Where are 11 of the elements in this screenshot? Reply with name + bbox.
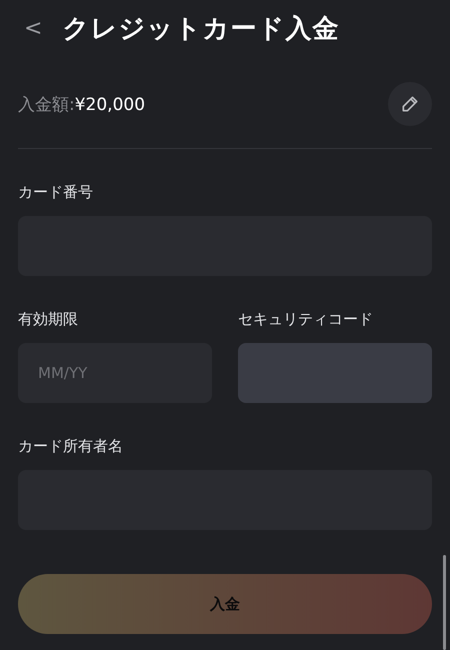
input-field[interactable] <box>238 343 432 403</box>
page-title: クレジットカード入金 <box>62 12 340 46</box>
edit-button[interactable] <box>388 82 432 126</box>
field-label: セキュリティコード <box>238 310 374 329</box>
deposit-amount: 入金額:¥20,000 <box>18 94 146 116</box>
field-label: 有効期限 <box>18 310 79 329</box>
pencil-icon <box>400 94 420 114</box>
field-label: カード所有者名 <box>18 437 124 456</box>
field-label: カード番号 <box>18 183 94 202</box>
back-button[interactable]: < <box>18 16 48 40</box>
input-field[interactable]: MM/YY <box>18 343 212 403</box>
